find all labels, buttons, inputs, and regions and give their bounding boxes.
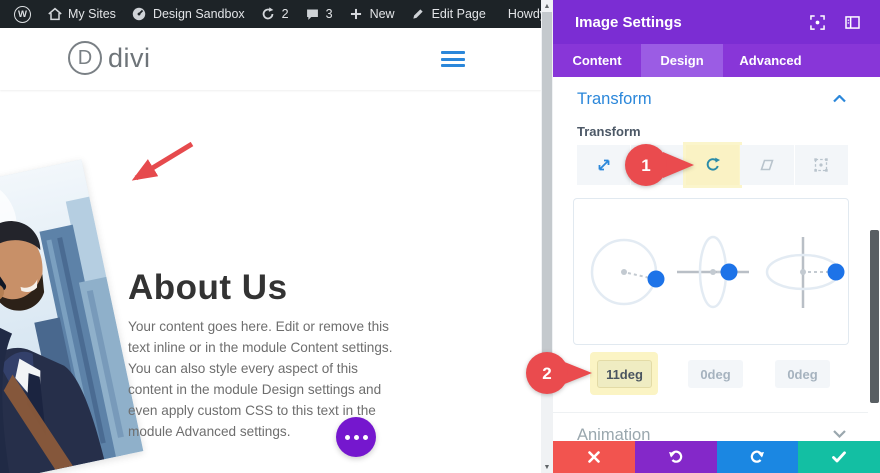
settings-action-bar <box>553 441 880 473</box>
updates-menu[interactable]: 2 <box>256 6 293 23</box>
save-button[interactable] <box>798 441 880 473</box>
site-logo[interactable]: D divi <box>68 41 151 75</box>
rotate-x-handle <box>720 263 738 281</box>
comments-menu[interactable]: 3 <box>300 6 337 23</box>
panel-layout-icon[interactable] <box>845 15 860 29</box>
step-1-badge: 1 <box>625 144 694 186</box>
transform-scale-button[interactable] <box>577 145 631 185</box>
screen: W My Sites Design Sandbox 2 3 New Edit P… <box>0 0 880 473</box>
site-name-label: Design Sandbox <box>152 7 245 21</box>
scroll-up-icon[interactable]: ▲ <box>541 0 553 12</box>
panel-header: Image Settings <box>553 0 880 44</box>
pencil-icon <box>410 6 427 23</box>
preview-scrollbar[interactable]: ▲ ▼ <box>541 0 553 473</box>
transform-field-label: Transform <box>577 124 641 139</box>
new-label: New <box>369 7 395 21</box>
comment-bubble-icon <box>304 6 321 23</box>
about-image[interactable] <box>0 159 144 473</box>
rotate-x-input[interactable] <box>688 360 743 388</box>
rotate-z-input[interactable] <box>597 360 652 388</box>
rotate-z-handle <box>647 270 665 288</box>
site-header: D divi <box>0 28 541 90</box>
divi-logo-icon: D <box>68 41 102 75</box>
wp-admin-bar: W My Sites Design Sandbox 2 3 New Edit P… <box>0 0 541 28</box>
howdy-account-menu[interactable]: Howdy, etdev * <box>504 6 541 22</box>
transform-toolbar <box>577 145 849 185</box>
rotate-y-input[interactable] <box>775 360 830 388</box>
howdy-label: Howdy, etdev <box>507 7 541 21</box>
transform-origin-button[interactable] <box>794 145 849 185</box>
tab-design[interactable]: Design <box>641 44 723 77</box>
redo-button[interactable] <box>716 441 799 473</box>
panel-title: Image Settings <box>575 13 682 31</box>
focus-preview-icon[interactable] <box>810 14 825 30</box>
page-title: About Us <box>128 268 288 307</box>
step-2-badge: 2 <box>526 352 592 394</box>
transform-section-title[interactable]: Transform <box>577 90 652 109</box>
rotate-dial-widget[interactable] <box>573 198 849 345</box>
undo-button[interactable] <box>634 441 717 473</box>
transform-skew-button[interactable] <box>740 145 794 185</box>
chevron-up-icon[interactable] <box>833 95 846 103</box>
scrollbar-thumb[interactable] <box>542 12 552 386</box>
svg-text:1: 1 <box>641 156 650 175</box>
edit-page-label: Edit Page <box>431 7 486 21</box>
rotate-y-handle <box>827 263 845 281</box>
tab-advanced[interactable]: Advanced <box>723 44 818 77</box>
panel-scrollbar-thumb[interactable] <box>870 230 879 403</box>
update-arrows-icon <box>260 6 277 23</box>
my-sites-label: My Sites <box>68 7 116 21</box>
settings-tabs: Content Design Advanced <box>553 44 880 77</box>
image-settings-panel: Image Settings Content Design Advanced T… <box>553 0 880 473</box>
section-divider <box>553 412 868 413</box>
scroll-down-icon[interactable]: ▼ <box>541 461 553 473</box>
comments-count: 3 <box>325 7 333 21</box>
site-name-menu[interactable]: Design Sandbox <box>127 6 249 23</box>
plus-icon <box>348 6 365 23</box>
site-brand: divi <box>108 42 151 73</box>
dashboard-gauge-icon <box>131 6 148 23</box>
wordpress-logo-icon: W <box>14 5 31 23</box>
edit-page-menu[interactable]: Edit Page <box>406 6 490 23</box>
page-preview: W My Sites Design Sandbox 2 3 New Edit P… <box>0 0 541 473</box>
tab-content[interactable]: Content <box>553 44 641 77</box>
annotation-arrow <box>131 141 194 181</box>
hamburger-menu-icon[interactable] <box>441 51 465 67</box>
new-menu[interactable]: New <box>344 6 399 23</box>
updates-count: 2 <box>281 7 289 21</box>
my-sites-menu[interactable]: My Sites <box>42 6 120 23</box>
home-icon <box>46 6 63 23</box>
svg-text:2: 2 <box>542 364 551 383</box>
chevron-down-icon[interactable] <box>833 430 846 438</box>
cancel-button[interactable] <box>553 441 635 473</box>
divi-module-menu-button[interactable] <box>336 417 376 457</box>
wp-logo-menu[interactable]: W <box>10 5 35 23</box>
